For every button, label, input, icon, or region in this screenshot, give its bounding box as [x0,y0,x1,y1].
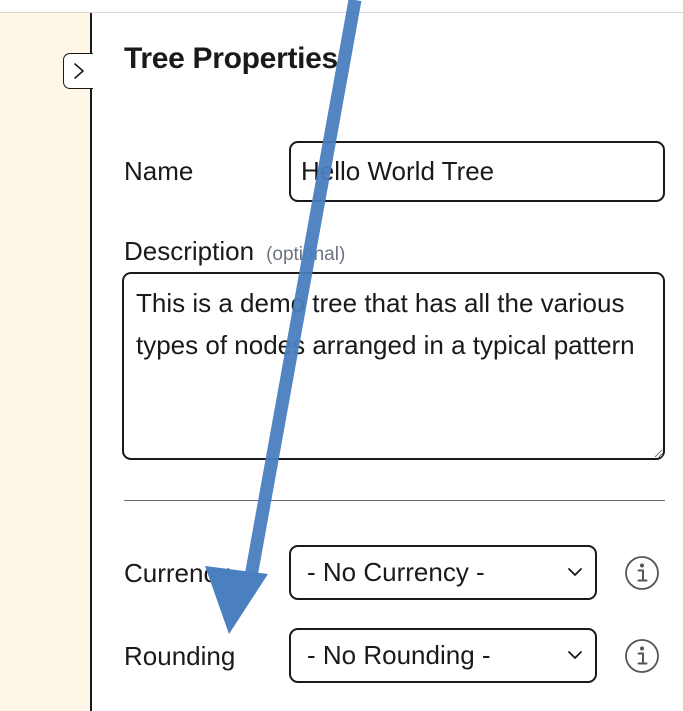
top-divider [0,12,683,13]
description-field[interactable] [122,272,665,460]
rounding-select[interactable]: - No Rounding - [289,628,597,683]
description-label-text: Description [124,236,255,266]
currency-select-value: - No Currency - [307,557,485,587]
rounding-info-icon[interactable] [624,638,660,674]
chevron-down-icon [568,651,582,659]
currency-info-icon[interactable] [624,555,660,591]
rounding-label: Rounding [124,641,236,671]
optional-hint: (optional) [266,244,346,265]
chevron-right-icon [73,63,84,79]
name-label: Name [124,156,194,186]
panel-title: Tree Properties [124,42,338,75]
section-divider [124,500,665,501]
description-label: Description (optional) [124,236,345,267]
collapse-panel-button[interactable] [63,53,93,89]
chevron-down-icon [568,568,582,576]
currency-select[interactable]: - No Currency - [289,545,597,600]
tree-properties-page: Tree Properties Name Description (optiona… [0,0,683,711]
name-field[interactable] [289,141,665,202]
left-sidebar [0,13,92,711]
rounding-select-value: - No Rounding - [307,640,491,670]
currency-label: Currency [124,558,230,588]
